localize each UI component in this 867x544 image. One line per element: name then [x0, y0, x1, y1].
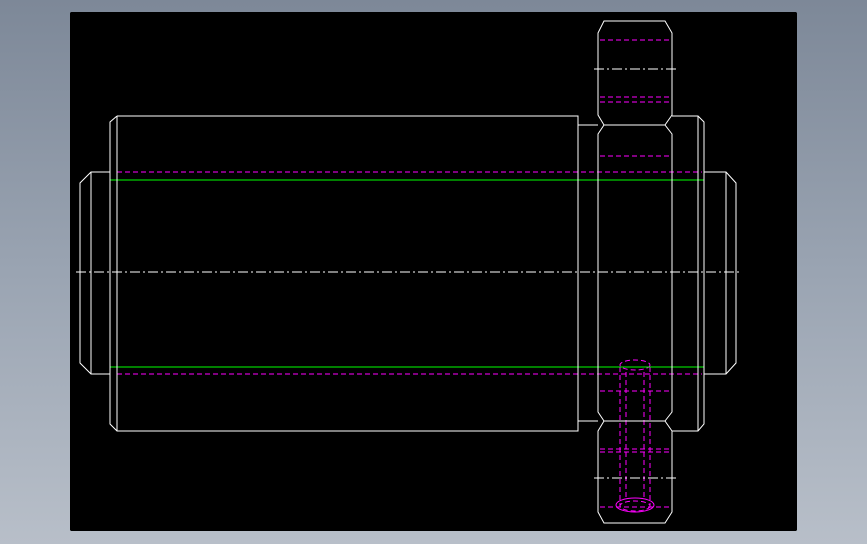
- cad-drawing: [70, 12, 797, 531]
- cad-viewport[interactable]: [70, 12, 797, 531]
